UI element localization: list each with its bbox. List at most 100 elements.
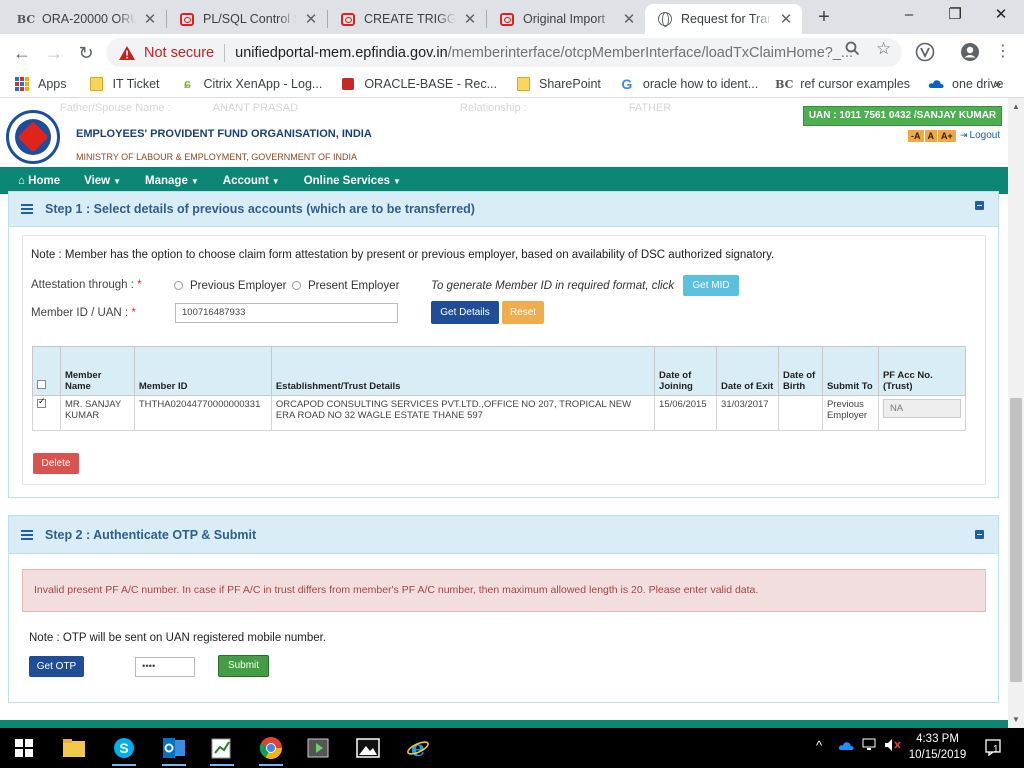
tab-close-icon[interactable]: ✕ [462,10,478,28]
new-tab-button[interactable]: + [813,6,835,28]
caret-down-icon: ▼ [271,176,280,186]
internet-explorer-icon[interactable]: e [404,734,432,762]
chrome-icon[interactable] [257,734,285,766]
minimize-button[interactable]: – [886,3,932,27]
nav-manage[interactable]: Manage ▼ [145,175,199,187]
windows-taskbar: S e ^ [0,728,1024,768]
browser-tab[interactable]: Original Import ✕ [487,4,645,34]
font-decrease-button[interactable]: -A [908,130,924,142]
reset-button[interactable]: Reset [502,301,544,324]
member-id-input[interactable]: 100716487933 [175,303,398,323]
back-arrow-icon[interactable]: ← [10,41,34,65]
bookmark-citrix[interactable]: ɕ Citrix XenApp - Log... [180,76,323,92]
profile-avatar-icon[interactable] [960,42,980,62]
scroll-thumb[interactable] [1010,398,1022,682]
security-status-label[interactable]: Not secure [144,45,214,61]
radio-present-label[interactable]: Present Employer [308,280,399,292]
col-pf-acc-trust: PF Acc No. (Trust) [877,346,967,396]
nav-online-services[interactable]: Online Services ▼ [304,175,401,187]
bookmark-it-ticket[interactable]: IT Ticket [89,76,160,92]
page-scrollbar[interactable]: ▲ ▼ [1008,98,1024,728]
citrix-icon: ɕ [184,77,191,91]
close-window-button[interactable]: ✕ [978,3,1024,27]
get-otp-button[interactable]: Get OTP [29,656,84,677]
step1-panel: Step 1 : Select details of previous acco… [8,191,999,498]
zoom-search-icon[interactable] [845,41,860,60]
maximize-button[interactable]: ❐ [932,3,978,27]
step1-header[interactable]: Step 1 : Select details of previous acco… [9,192,998,227]
tab-close-icon[interactable]: ✕ [621,10,637,28]
oracle-base-icon [340,76,356,92]
forward-arrow-icon[interactable]: → [42,41,66,65]
bookmark-one-drive[interactable]: one drive [928,76,1003,92]
browser-tab[interactable]: BC ORA-20000 ORU- ✕ [6,4,166,34]
bookmark-sharepoint[interactable]: SharePoint [515,76,601,92]
collapse-icon[interactable] [975,530,984,539]
collapse-icon[interactable] [975,201,984,210]
address-bar[interactable]: Not secure unifiedportal-mem.epfindia.go… [106,38,902,67]
radio-present-employer[interactable] [292,281,301,290]
system-clock[interactable]: 4:33 PM 10/15/2019 [900,731,975,763]
font-normal-button[interactable]: A [924,130,937,142]
bookmarks-overflow-chevron-icon[interactable]: » [994,77,1001,91]
font-increase-button[interactable]: A+ [938,130,956,142]
extension-v-icon[interactable] [915,42,935,62]
browser-tab[interactable]: CREATE TRIGGER ✕ [328,4,486,34]
otp-input[interactable]: •••• [135,657,195,677]
required-mark: * [131,307,136,319]
delete-button[interactable]: Delete [33,453,79,474]
bookmark-star-icon[interactable]: ☆ [876,39,891,59]
nav-home[interactable]: ⌂ Home [18,175,60,187]
submit-button[interactable]: Submit [218,655,269,677]
tab-close-icon[interactable]: ✕ [778,10,794,28]
reload-icon[interactable]: ↻ [74,41,98,65]
bookmark-label: Citrix XenApp - Log... [203,77,323,91]
outlook-icon[interactable] [160,734,188,766]
tray-chevron-up-icon[interactable]: ^ [816,738,822,753]
oracle-favicon-icon [499,11,515,27]
bookmark-google-search[interactable]: G oracle how to ident... [619,76,758,92]
media-player-icon[interactable] [305,734,333,762]
tray-network-icon[interactable] [862,738,878,755]
select-all-checkbox[interactable] [37,380,46,389]
skype-icon[interactable]: S [110,734,138,766]
tab-close-icon[interactable]: ✕ [303,10,319,28]
tab-title: Original Import [523,12,605,26]
browser-tab[interactable]: PL/SQL Control St ✕ [167,4,327,34]
browser-tab-active[interactable]: Request for Transf ✕ [645,4,802,34]
warning-triangle-icon[interactable] [118,45,136,61]
row-checkbox[interactable] [37,396,46,408]
action-center-icon[interactable]: 1 [984,737,1004,757]
radio-previous-employer[interactable] [174,281,183,290]
notification-count: 1 [993,744,999,755]
tray-onedrive-icon[interactable] [838,739,854,754]
member-id-label: Member ID / UAN : * [31,307,136,319]
scroll-up-arrow-icon[interactable]: ▲ [1012,102,1020,111]
row-select-cell [32,395,61,431]
bookmark-oracle-base[interactable]: ORACLE-BASE - Rec... [340,76,497,92]
step2-header[interactable]: Step 2 : Authenticate OTP & Submit [9,516,998,554]
radio-previous-label[interactable]: Previous Employer [190,280,287,292]
get-details-button[interactable]: Get Details [431,301,499,324]
notepad-chart-icon[interactable] [208,734,236,766]
main-nav: ⌂ Home View ▼ Manage ▼ Account ▼ Online Ser… [0,167,1008,194]
select-all-header [32,346,61,396]
tab-close-icon[interactable]: ✕ [142,10,158,28]
table-row: MR. SANJAY KUMAR THTHA02044770000000331 … [32,395,967,431]
nav-view[interactable]: View ▼ [84,175,121,187]
nav-account[interactable]: Account ▼ [223,175,280,187]
pf-acc-trust-input[interactable]: NA [882,399,961,418]
windows-start-icon[interactable] [10,734,38,762]
scroll-down-arrow-icon[interactable]: ▼ [1012,715,1020,724]
bookmark-ref-cursor[interactable]: BC ref cursor examples [775,76,910,92]
get-mid-button[interactable]: Get MID [683,275,739,296]
photos-icon[interactable] [354,734,382,762]
page-bottom-band [0,720,1008,728]
menu-kebab-icon[interactable]: ⋮ [993,42,1013,62]
attestation-note: Note : Member has the option to choose c… [31,249,775,261]
logout-link[interactable]: ⇥ Logout [960,130,1000,141]
required-mark: * [137,279,142,291]
bookmark-apps[interactable]: Apps [14,76,67,92]
logout-icon: ⇥ [960,130,968,140]
file-explorer-icon[interactable] [60,734,88,762]
